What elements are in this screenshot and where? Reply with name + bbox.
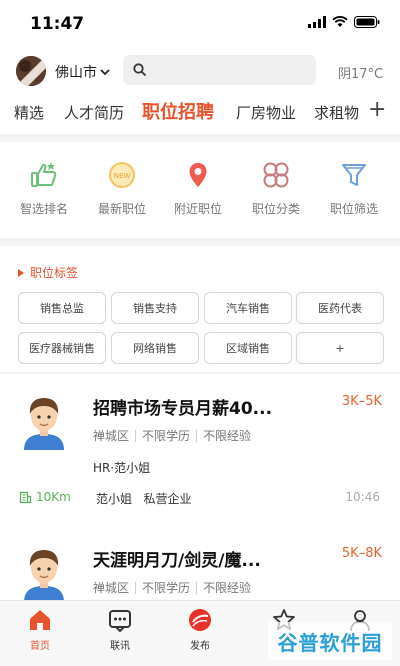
nav-messages[interactable]: 联讯 [90,607,150,652]
location-pin-icon [189,163,207,187]
tag-button[interactable]: 汽车销售 [204,292,292,324]
city-selector[interactable]: 佛山市 [55,62,110,82]
battery-icon [354,16,380,28]
avatar[interactable] [16,56,46,86]
tab-job-recruitment[interactable]: 职位招聘 [142,98,214,124]
add-tab-button[interactable]: + [368,97,386,122]
separator [196,581,198,594]
triangle-right-icon [18,268,24,277]
job-district: 禅城区 [93,429,130,443]
avatar-image [16,56,46,86]
quick-action-label: 职位筛选 [329,202,378,216]
thumbs-up-icon [31,162,57,187]
tag-button[interactable]: 销售支持 [111,292,199,324]
tag-button[interactable]: 医药代表 [296,292,384,324]
job-title: 天涯明月刀/剑灵/魔... [93,551,261,571]
quick-action-latest-jobs[interactable]: NEW 最新职位 [84,160,160,217]
quick-action-label: 职位分类 [251,202,300,216]
job-time: 10:46 [345,490,380,504]
quick-actions: 智选排名 NEW 最新职位 附近职位 职位分类 职位筛选 [0,160,400,224]
separator [196,429,198,442]
search-input[interactable] [123,55,316,85]
tab-rental[interactable]: 求租物 [314,102,359,123]
quick-action-nearby-jobs[interactable]: 附近职位 [160,160,236,217]
quick-action-label: 最新职位 [97,202,146,216]
chevron-down-icon [100,69,110,76]
quick-action-label: 智选排名 [19,202,68,216]
section-title: 职位标签 [18,264,78,281]
job-salary: 5K–8K [341,546,382,561]
recruiter-avatar-icon [24,550,64,602]
home-icon [30,610,50,630]
job-education: 不限学历 [142,581,191,595]
tag-button[interactable]: 网络销售 [111,332,199,364]
building-icon [19,491,32,503]
quick-action-smart-ranking[interactable]: 智选排名 [6,160,82,217]
top-bar: 佛山市 阴17°C [0,52,400,88]
job-education: 不限学历 [142,429,191,443]
weather-label: 阴17°C [338,67,384,82]
signal-icon [308,16,326,28]
tab-property[interactable]: 厂房物业 [236,102,296,123]
search-icon [133,63,147,77]
nav-label: 联讯 [110,641,130,652]
tag-button[interactable]: 区域销售 [204,332,292,364]
status-bar: 11:47 [0,0,400,48]
tag-button[interactable]: 医疗器械销售 [18,332,106,364]
job-distance: 10Km [19,490,71,504]
tag-button[interactable]: 销售总监 [18,292,106,324]
separator [135,429,137,442]
job-distance-label: 10Km [36,490,71,504]
wifi-icon [332,16,348,27]
new-badge-icon: NEW [109,162,135,188]
divider [0,134,400,142]
job-experience: 不限经验 [203,429,252,443]
status-icons [308,16,380,28]
more-tags-button[interactable]: + [296,332,384,364]
job-district: 禅城区 [93,581,130,595]
job-meta: 禅城区 不限学历 不限经验 [93,579,251,596]
job-experience: 不限经验 [203,581,252,595]
job-company: 范小姐 私营企业 [96,492,192,506]
filter-icon [342,164,366,186]
separator [135,581,137,594]
job-hr: HR·范小姐 [93,461,151,475]
publish-icon [189,609,211,631]
quick-action-label: 附近职位 [173,202,222,216]
message-icon [109,610,131,633]
quick-action-job-filter[interactable]: 职位筛选 [316,160,392,217]
job-card[interactable]: 招聘市场专员月薪40... 3K–5K 禅城区 不限学历 不限经验 HR·范小姐… [0,374,400,522]
divider [0,238,400,246]
nav-home[interactable]: 首页 [10,607,70,652]
recruiter-avatar-icon [24,398,64,450]
job-salary: 3K–5K [341,394,382,409]
tab-resumes[interactable]: 人才简历 [64,102,124,123]
status-time: 11:47 [30,14,85,34]
category-tabs: 精选 人才简历 职位招聘 厂房物业 求租物 + [0,92,400,128]
job-title: 招聘市场专员月薪40... [93,399,273,419]
category-icon [263,162,289,188]
tab-featured[interactable]: 精选 [14,102,44,123]
job-meta: 禅城区 不限学历 不限经验 [93,427,251,444]
nav-label: 首页 [30,641,50,652]
nav-label: 发布 [190,641,210,652]
section-title-label: 职位标签 [30,266,79,280]
city-label: 佛山市 [55,65,97,81]
nav-publish[interactable]: 发布 [170,607,230,652]
svg-text:NEW: NEW [114,172,131,180]
watermark-logo: 谷普软件园 [268,622,392,660]
quick-action-job-categories[interactable]: 职位分类 [238,160,314,217]
